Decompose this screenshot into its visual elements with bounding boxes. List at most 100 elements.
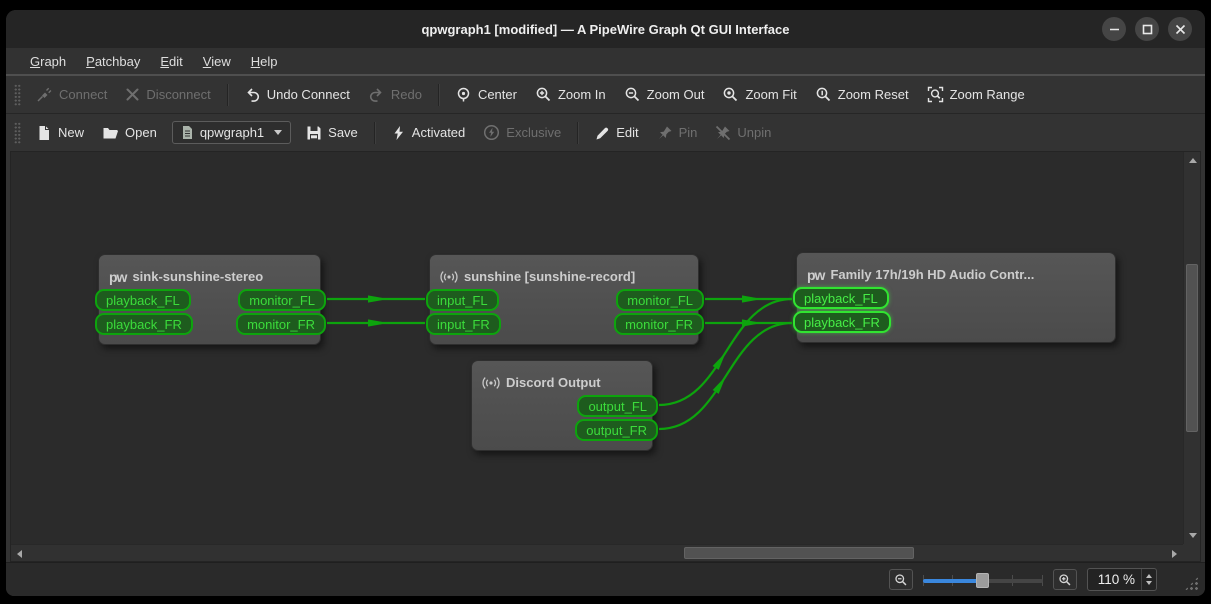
close-button[interactable] (1168, 17, 1192, 41)
qpwgraph-window: qpwgraph1 [modified] — A PipeWire Graph … (6, 10, 1205, 596)
scroll-down-button[interactable] (1184, 527, 1201, 544)
save-label: Save (328, 125, 358, 140)
toolbar-drag-handle[interactable] (14, 84, 21, 106)
port-playback-fl[interactable]: playback_FL (95, 289, 191, 311)
stream-icon (482, 376, 500, 390)
node-sink-sunshine-stereo[interactable]: pw sink-sunshine-stereo playback_FL moni… (98, 254, 321, 345)
toolbar-separator (374, 122, 375, 144)
menu-edit[interactable]: Edit (150, 51, 192, 72)
port-playback-fr[interactable]: playback_FR (95, 313, 193, 335)
central-area: pw sink-sunshine-stereo playback_FL moni… (6, 151, 1205, 562)
port-monitor-fr[interactable]: monitor_FR (236, 313, 326, 335)
disconnect-icon (125, 87, 140, 102)
zoom-range-icon (927, 86, 944, 103)
connection-arrow-icon (742, 319, 762, 326)
port-output-fl[interactable]: output_FL (577, 395, 658, 417)
minimize-button[interactable] (1102, 17, 1126, 41)
activated-button[interactable]: Activated (382, 120, 474, 146)
save-button[interactable]: Save (297, 120, 367, 146)
scroll-right-button[interactable] (1166, 545, 1183, 562)
port-playback-fr[interactable]: playback_FR (793, 311, 891, 333)
connection-arrow-icon (713, 350, 729, 370)
zoom-in-icon (1058, 573, 1072, 587)
activated-label: Activated (412, 125, 465, 140)
menu-view[interactable]: View (193, 51, 241, 72)
zoom-fit-button[interactable]: Zoom Fit (713, 81, 805, 108)
toolbar-separator (438, 84, 439, 106)
center-button[interactable]: Center (446, 81, 526, 108)
statusbar-zoom-in-button[interactable] (1053, 569, 1077, 590)
zoom-spinbox[interactable]: 110 % (1087, 568, 1157, 591)
node-discord-output[interactable]: Discord Output output_FL output_FR (471, 360, 653, 451)
new-button[interactable]: New (27, 120, 93, 146)
window-resize-grip[interactable] (1184, 576, 1199, 591)
graph-canvas[interactable]: pw sink-sunshine-stereo playback_FL moni… (10, 151, 1201, 562)
zoom-in-button[interactable]: Zoom In (526, 81, 615, 108)
maximize-icon (1142, 24, 1153, 35)
arrow-down-icon (1189, 533, 1197, 538)
horizontal-scrollbar-thumb[interactable] (684, 547, 914, 559)
titlebar[interactable]: qpwgraph1 [modified] — A PipeWire Graph … (6, 10, 1205, 48)
scroll-up-button[interactable] (1184, 152, 1201, 169)
zoom-fit-icon (722, 86, 739, 103)
zoom-out-icon (894, 573, 908, 587)
zoom-out-button[interactable]: Zoom Out (615, 81, 714, 108)
undo-connect-button[interactable]: Undo Connect (235, 81, 359, 108)
port-input-fr[interactable]: input_FR (426, 313, 501, 335)
zoom-range-button[interactable]: Zoom Range (918, 81, 1034, 108)
stream-icon (440, 270, 458, 284)
pin-icon (657, 125, 673, 141)
vertical-scrollbar[interactable] (1183, 152, 1200, 544)
menu-patchbay[interactable]: Patchbay (76, 51, 150, 72)
port-playback-fl[interactable]: playback_FL (793, 287, 889, 309)
connections-layer (11, 152, 1191, 552)
menu-graph[interactable]: Graph (20, 51, 76, 72)
open-button[interactable]: Open (93, 120, 166, 146)
zoom-fit-label: Zoom Fit (745, 87, 796, 102)
spin-up-button[interactable] (1146, 574, 1152, 578)
redo-icon (368, 86, 385, 103)
node-title: pw sink-sunshine-stereo (99, 255, 320, 289)
node-sunshine[interactable]: sunshine [sunshine-record] input_FL moni… (429, 254, 699, 345)
maximize-button[interactable] (1135, 17, 1159, 41)
connect-button[interactable]: Connect (27, 81, 116, 108)
edit-button[interactable]: Edit (585, 120, 647, 146)
unpin-button[interactable]: Unpin (706, 120, 780, 146)
connect-icon (36, 86, 53, 103)
patchbay-profile-combobox[interactable]: qpwgraph1 (172, 121, 291, 144)
port-monitor-fl[interactable]: monitor_FL (238, 289, 326, 311)
undo-icon (244, 86, 261, 103)
scroll-left-button[interactable] (11, 545, 28, 562)
port-output-fr[interactable]: output_FR (575, 419, 658, 441)
zoom-range-label: Zoom Range (950, 87, 1025, 102)
edit-pencil-icon (594, 125, 610, 141)
window-title: qpwgraph1 [modified] — A PipeWire Graph … (421, 22, 789, 37)
exclusive-button[interactable]: Exclusive (474, 119, 570, 146)
port-row: playback_FR monitor_FR (99, 313, 320, 335)
disconnect-button[interactable]: Disconnect (116, 82, 219, 107)
horizontal-scrollbar[interactable] (11, 544, 1183, 561)
node-title: Discord Output (472, 361, 652, 395)
port-monitor-fl[interactable]: monitor_FL (616, 289, 704, 311)
node-family-hd-audio[interactable]: pw Family 17h/19h HD Audio Contr... play… (796, 252, 1116, 343)
zoom-reset-label: Zoom Reset (838, 87, 909, 102)
exclusive-label: Exclusive (506, 125, 561, 140)
zoom-reset-button[interactable]: Zoom Reset (806, 81, 918, 108)
arrow-left-icon (17, 550, 22, 558)
zoom-slider-handle[interactable] (976, 573, 989, 588)
spin-down-button[interactable] (1146, 581, 1152, 585)
pipewire-icon: pw (807, 267, 824, 283)
disconnect-label: Disconnect (146, 87, 210, 102)
patchbay-file-icon (181, 125, 194, 140)
vertical-scrollbar-thumb[interactable] (1186, 264, 1198, 432)
port-input-fl[interactable]: input_FL (426, 289, 499, 311)
zoom-slider[interactable] (923, 571, 1043, 589)
pin-button[interactable]: Pin (648, 120, 707, 146)
port-row: output_FL (472, 395, 652, 417)
new-label: New (58, 125, 84, 140)
toolbar-drag-handle[interactable] (14, 122, 21, 144)
port-monitor-fr[interactable]: monitor_FR (614, 313, 704, 335)
menu-help[interactable]: Help (241, 51, 288, 72)
redo-button[interactable]: Redo (359, 81, 431, 108)
statusbar-zoom-out-button[interactable] (889, 569, 913, 590)
